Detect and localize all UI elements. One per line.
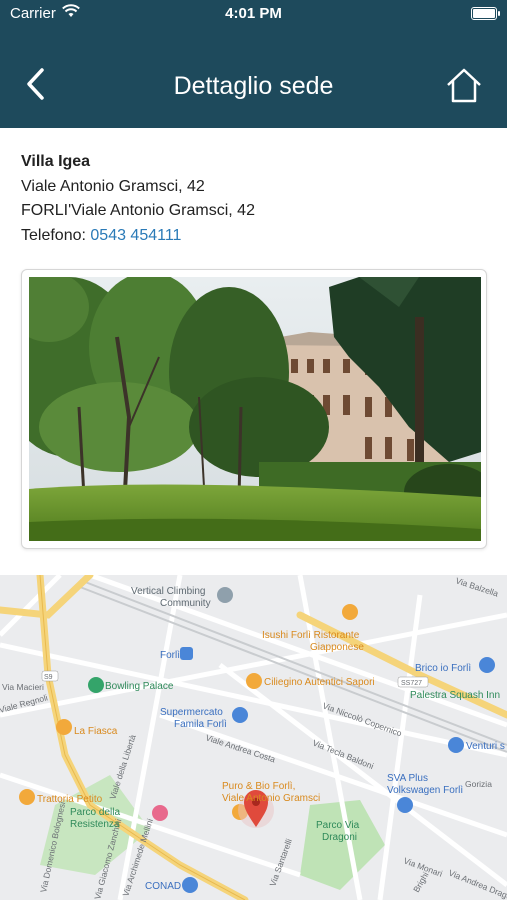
location-details: Villa Igea Viale Antonio Gramsci, 42 FOR…: [21, 150, 255, 248]
map-label-via-macieri: Via Macieri: [2, 682, 44, 692]
map-label-forli: Forlì: [160, 650, 180, 661]
map-label-supermercato-2: Famila Forlì: [174, 719, 227, 730]
map-label-via-balzella: Via Balzella: [454, 575, 499, 598]
location-address: Viale Antonio Gramsci, 42: [21, 177, 205, 195]
map-label-la-fiasca: La Fiasca: [74, 726, 118, 737]
map-label-isushi-1: Isushi Forlì Ristorante: [262, 630, 360, 641]
map-label-sva-2: Volkswagen Forlì: [387, 785, 463, 796]
battery-icon: [471, 7, 500, 20]
location-name: Villa Igea: [21, 153, 91, 170]
map-label-s9: S9: [44, 674, 53, 681]
map-label-trattoria: Trattoria Petito: [37, 794, 103, 805]
location-photo: [29, 277, 481, 541]
map-label-s727: SS727: [401, 680, 422, 687]
map-label-conad: CONAD: [145, 881, 181, 892]
map-label-via-tecla: Via Tecla Baldoni: [311, 738, 375, 772]
map-label-via-andrea-costa: Viale Andrea Costa: [204, 732, 276, 764]
location-photo-card: [21, 269, 487, 549]
map-label-brico: Brico io Forlì: [415, 663, 471, 674]
home-icon[interactable]: [445, 66, 483, 104]
location-map[interactable]: Viale Andrea Costa Via Niccolò Copernico…: [0, 575, 507, 900]
map-label-sva-1: SVA Plus: [387, 773, 428, 784]
map-label-parco-resistenza-2: Resistenza: [70, 819, 120, 830]
map-label-palestra: Palestra Squash Inn: [410, 690, 500, 701]
phone-link[interactable]: 0543 454111: [90, 227, 181, 244]
map-label-via-santarelli: Via Santarelli: [267, 837, 294, 887]
map-label-isushi-2: Giapponese: [310, 642, 364, 653]
map-label-bowling: Bowling Palace: [105, 681, 174, 692]
clock: 4:01 PM: [225, 5, 282, 22]
map-label-ciliegino: Ciliegino Autentici Sapori: [264, 677, 375, 688]
map-label-via-gorizia: Gorizia: [465, 779, 492, 789]
map-label-parco-dragoni-1: Parco Via: [316, 820, 360, 831]
map-label-puro-2: Viale Antonio Gramsci: [222, 793, 320, 804]
status-bar: Carrier 4:01 PM: [0, 0, 507, 28]
phone-row: Telefono: 0543 454111: [21, 224, 255, 249]
map-label-via-dragoni: Via Andrea Dragoni: [447, 868, 507, 900]
map-label-parco-dragoni-2: Dragoni: [322, 832, 357, 843]
location-city-address: FORLI'Viale Antonio Gramsci, 42: [21, 202, 255, 219]
phone-label: Telefono:: [21, 226, 91, 244]
map-label-vertical-climbing: Vertical Climbing: [131, 586, 205, 597]
page-title: Dettaglio sede: [173, 72, 334, 100]
map-label-community: Community: [160, 598, 211, 609]
map-label-venturi: Venturi s: [466, 741, 505, 752]
map-label-via-brighi: Brighi: [411, 870, 431, 894]
map-label-parco-resistenza-1: Parco della: [70, 807, 120, 818]
map-label-puro-1: Puro & Bio Forlì,: [222, 781, 295, 792]
navigation-bar: Dettaglio sede: [0, 28, 507, 128]
map-label-supermercato-1: Supermercato: [160, 707, 223, 718]
map-label-via-liberta: Viale della Libertà: [107, 733, 137, 800]
